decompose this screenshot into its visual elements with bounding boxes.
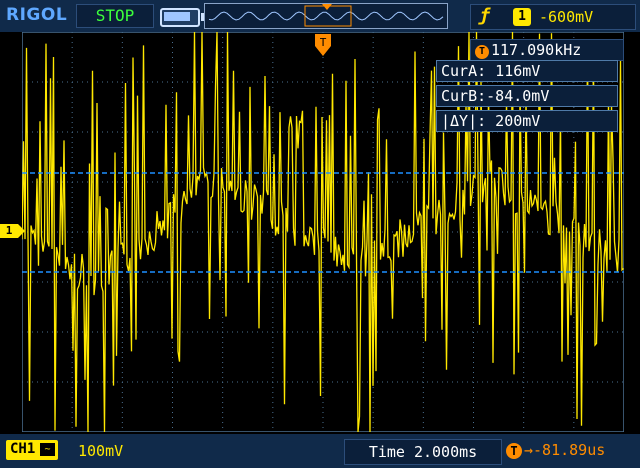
memory-trigger-marker-icon [322,4,332,10]
memory-overview-waveform [208,4,444,27]
bottom-status-bar: CH1 ~ 100mV Time 2.000ms T →-81.89us [0,434,640,468]
run-stop-status[interactable]: STOP [76,4,154,28]
timebase-readout[interactable]: Time 2.000ms [344,439,502,465]
frequency-readout: T 117.090kHz [470,39,624,61]
memory-view-window [304,5,352,27]
delay-icon: T [506,443,522,459]
cursor-readout-panel: CurA: 116mV CurB:-84.0mV |ΔY|: 200mV [436,60,618,135]
delay-value: →-81.89us [524,441,606,459]
trigger-position-icon[interactable]: T [315,34,331,56]
trigger-level: -600mV [539,8,594,26]
ch1-badge[interactable]: CH1 ~ [6,440,58,460]
trigger-info[interactable]: ƒ 1 -600mV [470,4,636,30]
ch1-volts-per-div[interactable]: 100mV [78,442,123,460]
top-status-bar: RIGOL STOP ƒ 1 -600mV [0,0,640,32]
trigger-source-badge: 1 [513,8,531,26]
memory-overview-window [204,3,448,29]
cursor-a-readout: CurA: 116mV [436,60,618,82]
trigger-delay[interactable]: T →-81.89us [506,441,605,459]
frequency-value: 117.090kHz [491,41,582,59]
ac-coupling-icon: ~ [40,443,55,456]
ch1-label: CH1 [10,441,36,457]
brand-logo: RIGOL [6,5,68,25]
edge-trigger-icon: ƒ [479,5,490,26]
cursor-b-readout: CurB:-84.0mV [436,85,618,107]
cursor-delta-readout: |ΔY|: 200mV [436,110,618,132]
ch1-ground-marker[interactable]: 1 [0,224,25,238]
freq-measure-icon: T [475,45,489,59]
memory-depth-icon [160,8,204,27]
svg-text:T: T [320,36,327,49]
